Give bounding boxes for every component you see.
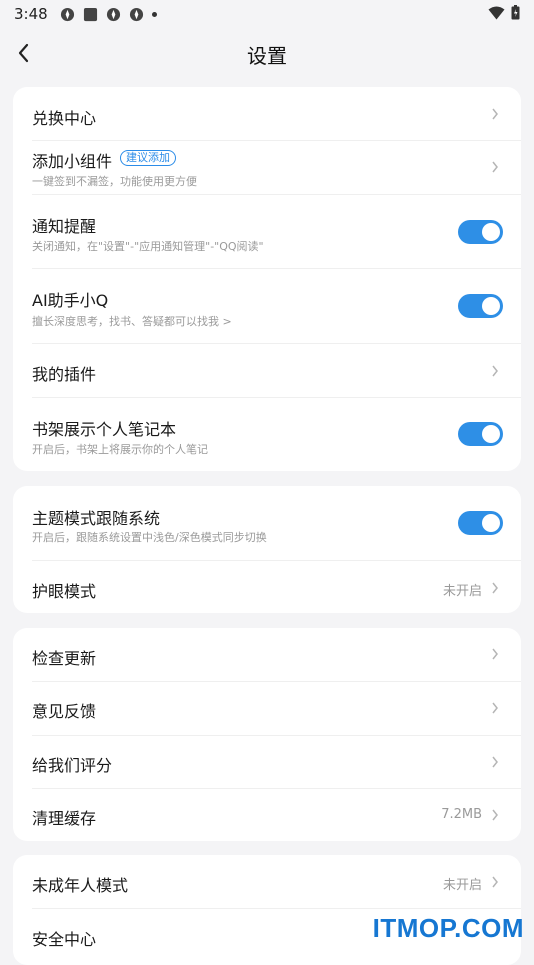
clear-cache-row[interactable]: 清理缓存 7.2MB [13, 789, 521, 841]
minor-mode-label: 未成年人模式 [32, 876, 129, 895]
chevron-right-icon [492, 582, 498, 594]
notification-toggle[interactable] [458, 220, 503, 244]
shelf-notebook-row: 书架展示个人笔记本 开启后，书架上将展示你的个人笔记 [13, 398, 521, 471]
chevron-right-icon [492, 809, 498, 821]
chevron-right-icon [492, 876, 498, 888]
watermark: ITMOP.COM [372, 913, 524, 943]
feedback-label: 意见反馈 [32, 702, 97, 721]
chevron-right-icon [492, 365, 498, 377]
check-update-label: 检查更新 [32, 649, 97, 668]
chevron-right-icon [492, 648, 498, 660]
more-dot-icon [152, 11, 157, 17]
toggle-knob [482, 223, 500, 241]
theme-follow-toggle[interactable] [458, 511, 503, 535]
eye-care-row[interactable]: 护眼模式 未开启 [13, 561, 521, 613]
system-icons [488, 5, 520, 20]
add-widget-row[interactable]: 添加小组件 建议添加 一键签到不漏签，功能使用更方便 [13, 141, 521, 195]
shelf-notebook-toggle[interactable] [458, 422, 503, 446]
settings-card-general: 兑换中心 添加小组件 建议添加 一键签到不漏签，功能使用更方便 通知提醒 关闭通… [13, 87, 521, 471]
settings-card-safety: 未成年人模式 未开启 安全中心 [13, 855, 521, 965]
add-widget-desc: 一键签到不漏签，功能使用更方便 [32, 175, 197, 188]
chevron-right-icon [492, 108, 498, 120]
app-notification-icon [60, 7, 75, 21]
redeem-center-label: 兑换中心 [32, 109, 97, 128]
page-title: 设置 [247, 44, 287, 68]
theme-follow-label: 主题模式跟随系统 [32, 509, 161, 528]
minor-mode-status: 未开启 [442, 878, 482, 893]
app-notification-icon [129, 7, 144, 21]
wifi-icon [488, 6, 505, 19]
clear-cache-label: 清理缓存 [32, 809, 97, 828]
notification-row: 通知提醒 关闭通知，在"设置"-"应用通知管理"-"QQ阅读" [13, 195, 521, 269]
cache-size: 7.2MB [441, 807, 482, 822]
ai-assistant-desc[interactable]: 擅长深度思考，找书、答疑都可以找我 > [32, 313, 232, 329]
toggle-knob [482, 297, 500, 315]
battery-icon [511, 5, 520, 20]
eye-care-status: 未开启 [442, 584, 482, 599]
rate-us-row[interactable]: 给我们评分 [13, 736, 521, 789]
app-notification-icon [106, 7, 121, 21]
toggle-knob [482, 514, 500, 532]
toggle-knob [482, 425, 500, 443]
security-center-label: 安全中心 [32, 930, 97, 949]
check-update-row[interactable]: 检查更新 [13, 628, 521, 681]
eye-care-label: 护眼模式 [32, 582, 97, 601]
status-time: 3:48 [14, 5, 48, 23]
settings-card-display: 主题模式跟随系统 开启后，跟随系统设置中浅色/深色模式同步切换 护眼模式 未开启 [13, 486, 521, 613]
add-widget-label: 添加小组件 [32, 152, 113, 171]
app-square-icon [83, 7, 98, 21]
notification-icons [60, 7, 157, 21]
ai-assistant-label: AI助手小Q [32, 291, 109, 310]
my-plugins-label: 我的插件 [32, 365, 97, 384]
shelf-notebook-label: 书架展示个人笔记本 [32, 420, 177, 439]
chevron-right-icon [492, 161, 498, 173]
notification-label: 通知提醒 [32, 217, 97, 236]
theme-follow-desc: 开启后，跟随系统设置中浅色/深色模式同步切换 [32, 531, 267, 544]
ai-assistant-toggle[interactable] [458, 294, 503, 318]
my-plugins-row[interactable]: 我的插件 [13, 344, 521, 398]
notification-desc: 关闭通知，在"设置"-"应用通知管理"-"QQ阅读" [32, 240, 264, 253]
rate-us-label: 给我们评分 [32, 756, 113, 775]
chevron-right-icon [492, 756, 498, 768]
status-bar: 3:48 [0, 0, 534, 28]
redeem-center-row[interactable]: 兑换中心 [13, 87, 521, 141]
top-bar: 设置 [0, 30, 534, 76]
ai-assistant-row: AI助手小Q 擅长深度思考，找书、答疑都可以找我 > [13, 269, 521, 343]
minor-mode-row[interactable]: 未成年人模式 未开启 [13, 855, 521, 908]
settings-card-app: 检查更新 意见反馈 给我们评分 清理缓存 7.2MB [13, 628, 521, 841]
shelf-notebook-desc: 开启后，书架上将展示你的个人笔记 [32, 443, 208, 456]
chevron-right-icon [492, 702, 498, 714]
recommend-badge: 建议添加 [120, 150, 176, 166]
theme-follow-row: 主题模式跟随系统 开启后，跟随系统设置中浅色/深色模式同步切换 [13, 486, 521, 560]
feedback-row[interactable]: 意见反馈 [13, 682, 521, 735]
